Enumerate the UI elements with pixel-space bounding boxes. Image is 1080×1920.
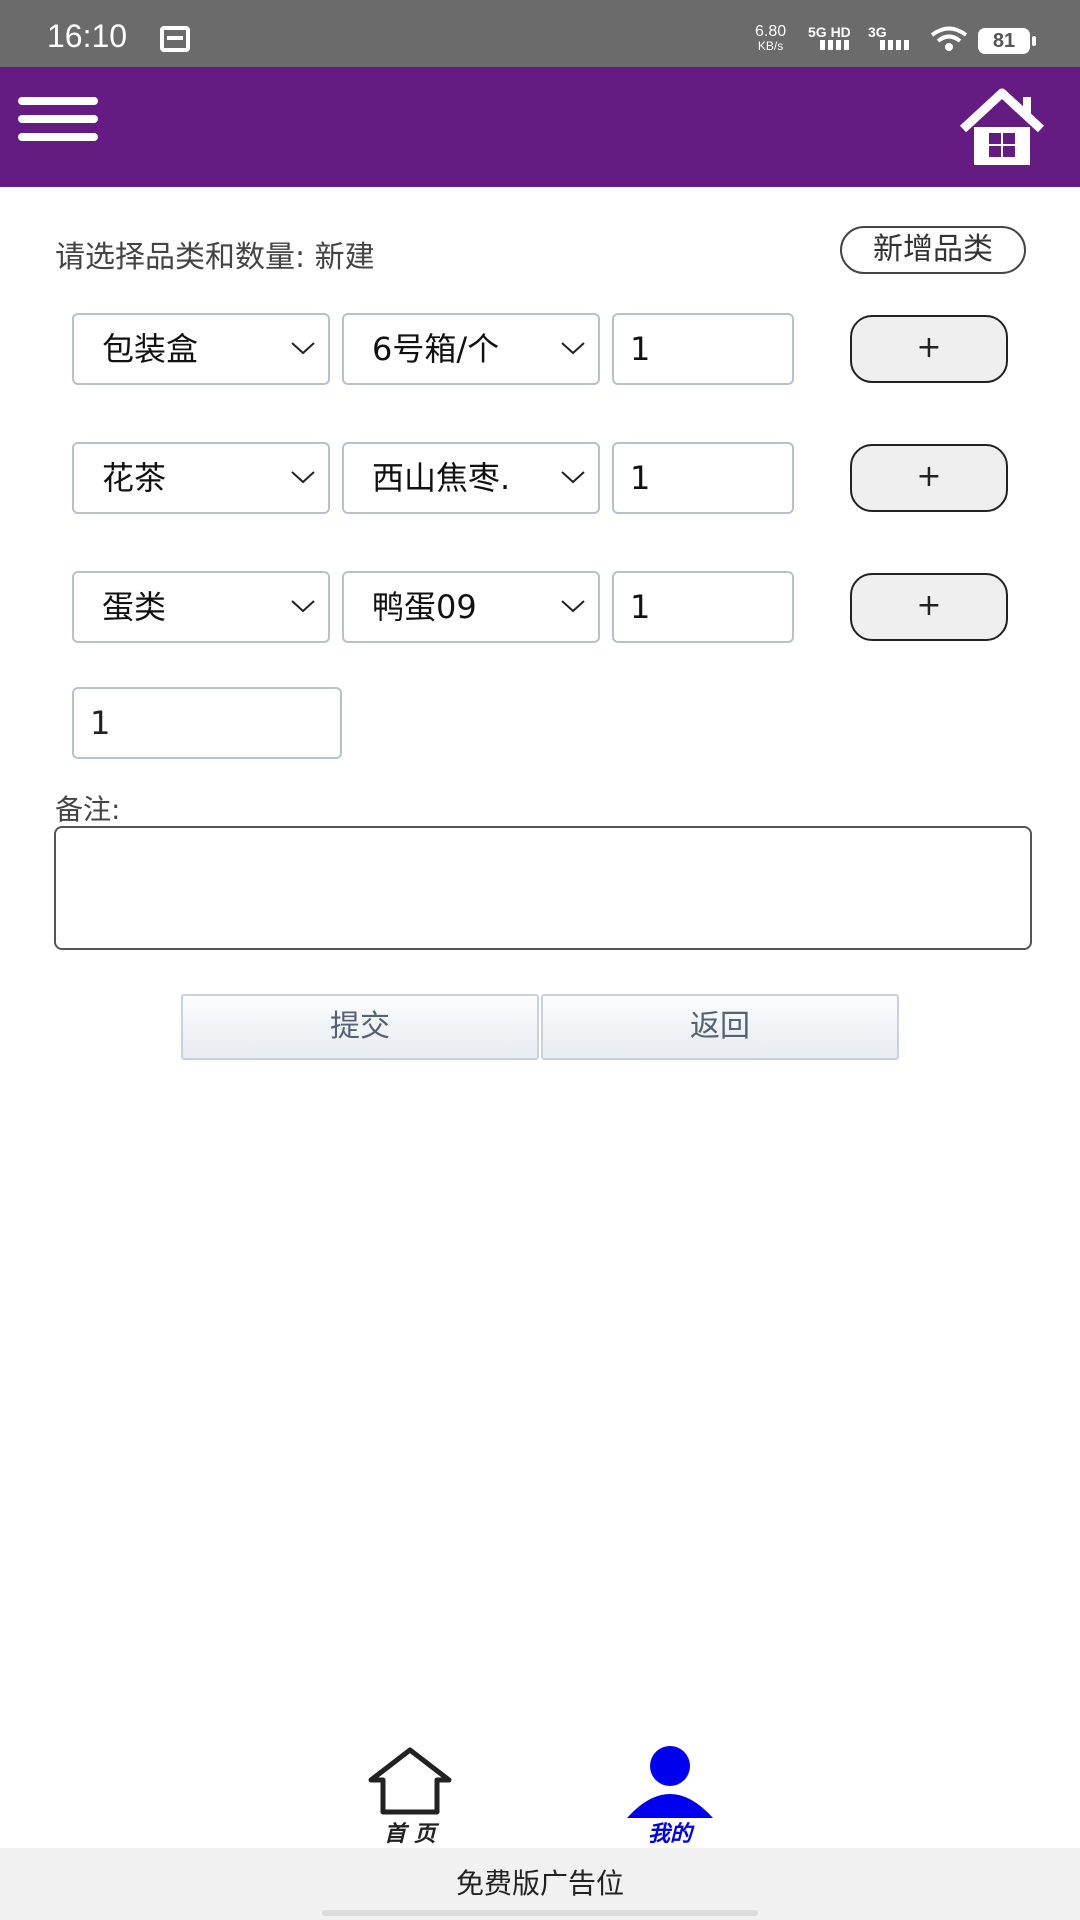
item-row-2: 花茶 西山焦枣. 1 +: [72, 442, 1012, 514]
tab-home[interactable]: 首 页: [360, 1740, 460, 1850]
network-speed-unit: KB/s: [757, 39, 784, 53]
item-row-3: 蛋类 鸭蛋09 1 +: [72, 571, 1012, 643]
chevron-down-icon: [561, 471, 585, 484]
signal-icon-3g: [880, 40, 909, 50]
item-select-value: 鸭蛋09: [372, 588, 477, 626]
category-select[interactable]: 花茶: [72, 442, 330, 514]
item-select[interactable]: 西山焦枣.: [342, 442, 600, 514]
add-category-button[interactable]: 新增品类: [840, 226, 1026, 274]
item-row-1: 包装盒 6号箱/个 1 +: [72, 313, 1012, 385]
tab-home-label: 首 页: [384, 1821, 436, 1847]
app-bar: [0, 67, 1080, 187]
extra-quantity-input[interactable]: 1: [72, 687, 342, 759]
network-3g-label: 3G: [868, 24, 887, 40]
chevron-down-icon: [291, 471, 315, 484]
category-select-value: 蛋类: [102, 588, 167, 626]
home-icon[interactable]: [953, 87, 1051, 169]
signal-icon-5g: [820, 40, 849, 50]
status-bar: 16:10 6.80 KB/s 5G HD 3G 81: [0, 0, 1080, 67]
chevron-down-icon: [291, 342, 315, 355]
remark-textarea[interactable]: [54, 826, 1032, 950]
wifi-icon: [930, 26, 968, 51]
quantity-input[interactable]: 1: [612, 313, 794, 385]
chevron-down-icon: [291, 600, 315, 613]
chevron-down-icon: [561, 342, 585, 355]
category-select[interactable]: 包装盒: [72, 313, 330, 385]
item-select[interactable]: 6号箱/个: [342, 313, 600, 385]
add-row-button[interactable]: +: [850, 444, 1008, 512]
add-row-button[interactable]: +: [850, 315, 1008, 383]
remark-label: 备注:: [55, 793, 121, 826]
quantity-input[interactable]: 1: [612, 442, 794, 514]
item-select-value: 西山焦枣.: [372, 459, 511, 497]
user-icon: [627, 1746, 713, 1818]
category-select-value: 包装盒: [102, 330, 199, 368]
network-5g-label: 5G HD: [808, 24, 851, 40]
chevron-down-icon: [561, 600, 585, 613]
form-title: 请选择品类和数量: 新建: [55, 240, 375, 275]
item-select[interactable]: 鸭蛋09: [342, 571, 600, 643]
category-select-value: 花茶: [102, 459, 167, 497]
bottom-nav: 首 页 我的: [0, 1740, 1080, 1850]
home-outline-icon: [368, 1747, 452, 1815]
tab-mine[interactable]: 我的: [620, 1740, 720, 1850]
notification-icon: [160, 26, 190, 52]
add-row-button[interactable]: +: [850, 573, 1008, 641]
status-time: 16:10: [47, 18, 128, 54]
back-button[interactable]: 返回: [541, 994, 899, 1060]
network-speed: 6.80 KB/s: [755, 24, 786, 54]
home-indicator[interactable]: [322, 1910, 758, 1916]
submit-button[interactable]: 提交: [181, 994, 539, 1060]
battery-icon: 81: [978, 28, 1036, 54]
category-select[interactable]: 蛋类: [72, 571, 330, 643]
quantity-input[interactable]: 1: [612, 571, 794, 643]
menu-icon[interactable]: [18, 97, 98, 163]
item-select-value: 6号箱/个: [372, 330, 500, 368]
network-speed-value: 6.80: [755, 23, 787, 40]
tab-mine-label: 我的: [647, 1821, 692, 1847]
